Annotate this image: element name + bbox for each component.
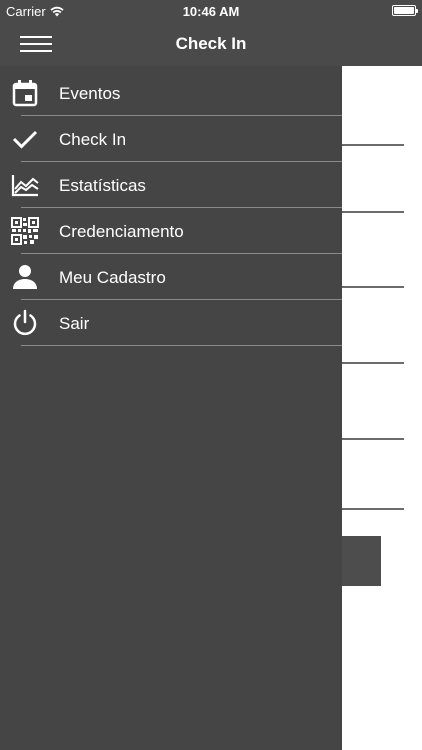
background-content: [342, 66, 422, 750]
page-title: Check In: [175, 34, 247, 53]
form-field-line: [342, 211, 404, 213]
menu-item-check-in[interactable]: Check In: [0, 116, 342, 162]
form-field-line: [342, 508, 404, 510]
battery-icon: [392, 5, 418, 16]
menu-item-estatisticas[interactable]: Estatísticas: [0, 162, 342, 208]
side-drawer: Eventos Check In Estatísticas Credenciam…: [0, 66, 342, 750]
checkmark-icon: [10, 124, 40, 154]
qr-code-icon: [10, 216, 40, 246]
background-button[interactable]: [342, 536, 381, 586]
calendar-icon: [10, 78, 40, 108]
menu-item-label: Estatísticas: [59, 176, 146, 195]
form-field-line: [342, 362, 404, 364]
status-bar: Carrier 10:46 AM: [0, 0, 422, 22]
form-field-line: [342, 438, 404, 440]
menu-item-label: Credenciamento: [59, 222, 184, 241]
form-field-line: [342, 144, 404, 146]
navigation-bar: Check In: [0, 22, 422, 66]
power-icon: [10, 308, 40, 338]
menu-item-credenciamento[interactable]: Credenciamento: [0, 208, 342, 254]
menu-item-label: Sair: [59, 314, 90, 333]
menu-item-label: Eventos: [59, 84, 121, 103]
menu-item-label: Meu Cadastro: [59, 268, 166, 287]
menu-item-meu-cadastro[interactable]: Meu Cadastro: [0, 254, 342, 300]
menu-item-eventos[interactable]: Eventos: [0, 70, 342, 116]
menu-item-label: Check In: [59, 130, 127, 149]
clock: 10:46 AM: [182, 4, 240, 19]
line-chart-icon: [10, 170, 40, 200]
form-field-line: [342, 286, 404, 288]
menu-item-sair[interactable]: Sair: [0, 300, 342, 346]
person-icon: [10, 262, 40, 292]
divider: [21, 345, 342, 346]
top-bar: Carrier 10:46 AM Check In: [0, 0, 422, 66]
